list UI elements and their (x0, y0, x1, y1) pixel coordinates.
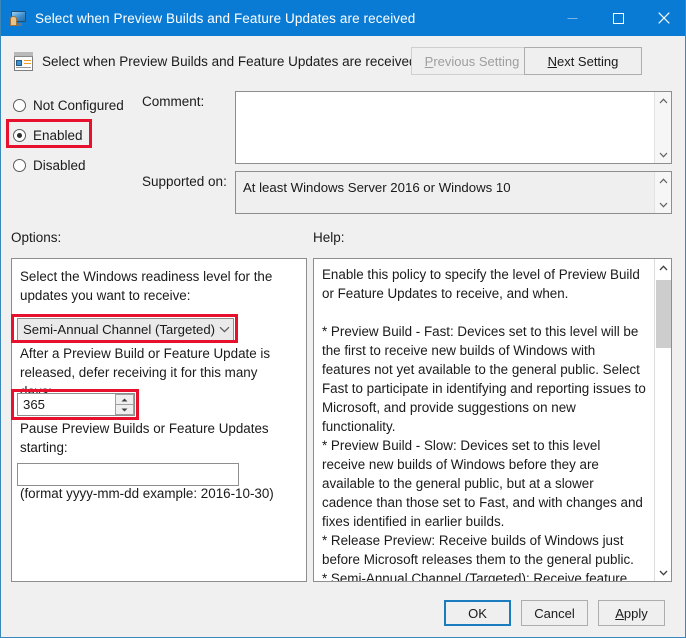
radio-enabled[interactable]: Enabled (13, 125, 83, 145)
radio-label-enabled: Enabled (33, 127, 83, 143)
scroll-down-icon[interactable] (655, 146, 671, 163)
supported-on-field: At least Windows Server 2016 or Windows … (235, 171, 672, 214)
policy-title: Select when Preview Builds and Feature U… (42, 53, 417, 69)
spinner-up-icon[interactable] (115, 394, 134, 405)
group-policy-setting-dialog: Select when Preview Builds and Feature U… (0, 0, 686, 638)
radio-not-configured[interactable]: Not Configured (13, 95, 124, 115)
scroll-up-icon[interactable] (655, 259, 671, 276)
defer-days-value: 365 (23, 397, 46, 412)
scroll-down-icon[interactable] (655, 196, 671, 213)
next-setting-button[interactable]: Next Setting (524, 47, 642, 75)
cancel-button[interactable]: Cancel (521, 600, 588, 626)
previous-setting-label-rest: revious Setting (433, 53, 520, 69)
scroll-up-icon[interactable] (655, 92, 671, 109)
help-scrollbar[interactable] (654, 259, 671, 581)
radio-dot-disabled (13, 158, 26, 172)
options-panel: Select the Windows readiness level for t… (11, 258, 307, 582)
title-bar: Select when Preview Builds and Feature U… (1, 0, 685, 36)
close-icon[interactable] (641, 0, 685, 36)
scroll-down-icon[interactable] (655, 564, 671, 581)
previous-setting-button[interactable]: Previous Setting (411, 47, 533, 75)
radio-label-not-configured: Not Configured (33, 97, 124, 113)
pause-start-date-input[interactable] (17, 463, 239, 486)
maximize-icon[interactable] (595, 0, 641, 36)
defer-days-stepper[interactable]: 365 (17, 393, 135, 416)
policy-monitor-icon (10, 10, 27, 27)
ok-button-label: OK (468, 605, 487, 621)
radio-dot-not-configured (13, 98, 26, 112)
minimize-icon[interactable] (549, 0, 595, 36)
comment-input[interactable] (235, 91, 672, 164)
comment-scrollbar[interactable] (654, 92, 671, 163)
help-panel: Enable this policy to specify the level … (313, 258, 672, 582)
apply-button-label-rest: pply (623, 605, 648, 621)
radio-disabled[interactable]: Disabled (13, 155, 86, 175)
readiness-level-value: Semi-Annual Channel (Targeted) (23, 322, 216, 337)
help-label: Help: (313, 230, 345, 245)
help-text: Enable this policy to specify the level … (322, 267, 646, 582)
options-label: Options: (11, 230, 62, 245)
spinner-buttons[interactable] (115, 394, 134, 415)
window-title: Select when Preview Builds and Feature U… (35, 10, 416, 26)
supported-on-value: At least Windows Server 2016 or Windows … (243, 180, 511, 195)
policy-setting-icon (14, 51, 33, 71)
ok-button[interactable]: OK (444, 600, 511, 626)
comment-label: Comment: (142, 94, 205, 109)
supported-on-label: Supported on: (142, 174, 227, 189)
readiness-level-dropdown[interactable]: Semi-Annual Channel (Targeted) (17, 318, 234, 341)
pause-prompt: Pause Preview Builds or Feature Updates … (20, 421, 269, 455)
chevron-down-icon (215, 326, 233, 333)
date-format-hint: (format yyyy-mm-dd example: 2016-10-30) (20, 486, 274, 501)
radio-dot-enabled (13, 128, 26, 142)
cancel-button-label: Cancel (534, 605, 575, 621)
radio-label-disabled: Disabled (33, 157, 86, 173)
window-controls (549, 0, 685, 36)
scroll-up-icon[interactable] (655, 172, 671, 189)
supported-on-scrollbar[interactable] (654, 172, 671, 213)
spinner-down-icon[interactable] (115, 405, 134, 415)
next-setting-label-rest: ext Setting (556, 53, 619, 69)
apply-button[interactable]: Apply (598, 600, 665, 626)
scrollbar-thumb[interactable] (656, 280, 671, 348)
readiness-prompt: Select the Windows readiness level for t… (20, 269, 273, 303)
